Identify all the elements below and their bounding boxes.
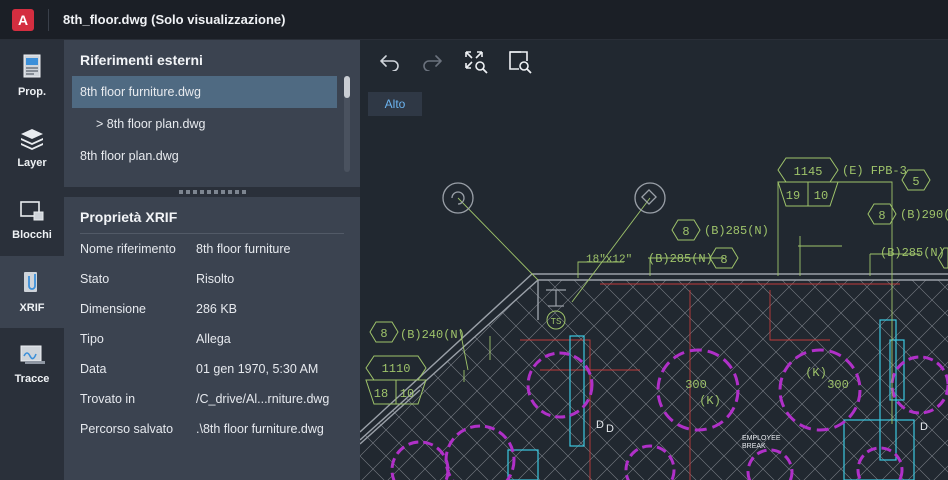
label-d: D [920, 421, 928, 433]
tag-1110: 1110 [382, 362, 411, 376]
xref-list-section: Riferimenti esterni 8th floor furniture.… [64, 40, 360, 187]
tag-b240: (B)240(N) [400, 328, 465, 342]
prop-row-found-in: Trovato in /C_drive/Al...rniture.dwg [80, 392, 350, 412]
tag-10: 10 [400, 387, 414, 401]
label-d: D [596, 419, 604, 431]
properties-section-title: Proprietà XRIF [80, 209, 178, 225]
prop-value: Risolto [196, 272, 235, 286]
prop-label: Nome riferimento [80, 242, 176, 256]
zoom-extents-icon [465, 51, 488, 74]
tag-b285: (B)285(N) [648, 252, 713, 266]
xref-item-furniture[interactable]: 8th floor furniture.dwg [72, 76, 337, 108]
label-break: BREAK [742, 443, 766, 450]
splitter-grip [178, 190, 246, 194]
properties-icon [23, 54, 41, 78]
prop-label: Dimensione [80, 302, 147, 316]
view-tab-top[interactable]: Alto [368, 92, 422, 116]
document-title: 8th_floor.dwg (Solo visualizzazione) [63, 12, 286, 27]
xref-item-nested-plan[interactable]: > 8th floor plan.dwg [72, 108, 337, 140]
prop-row-status: Stato Risolto [80, 272, 350, 292]
prop-row-type: Tipo Allega [80, 332, 350, 352]
floor-plan-drawing[interactable]: 1145 19 10 (E) FPB-3 5 8 (B)290(N) 8 (B)… [360, 40, 948, 480]
blocks-icon [20, 201, 44, 221]
rail-label: XRIF [19, 302, 45, 314]
canvas-toolbar [360, 40, 948, 84]
tag-b285: (B)285(N) [704, 224, 769, 238]
title-bar: A 8th_floor.dwg (Solo visualizzazione) [0, 0, 948, 40]
tag-hex-5: 5 [912, 175, 919, 189]
prop-row-size: Dimensione 286 KB [80, 302, 350, 322]
redo-icon [423, 55, 442, 71]
zoom-window-icon [509, 51, 532, 74]
table-label-k: (K) [699, 394, 721, 408]
rail-label: Layer [17, 157, 47, 169]
table-number-300: 300 [827, 378, 849, 392]
rail-item-traces[interactable]: Tracce [0, 328, 64, 400]
tag-b290: (B)290(N) [900, 208, 948, 222]
xref-section-title: Riferimenti esterni [80, 52, 203, 68]
redo-button[interactable] [418, 48, 446, 76]
zoom-extents-button[interactable] [462, 48, 490, 76]
xref-item-plan[interactable]: 8th floor plan.dwg [72, 140, 337, 172]
label-d: D [606, 423, 614, 435]
tag-19: 19 [786, 189, 800, 203]
prop-label: Trovato in [80, 392, 136, 406]
panel-splitter[interactable] [64, 187, 360, 197]
rail-label: Blocchi [12, 229, 52, 241]
xref-attach-icon [24, 272, 37, 292]
prop-value: Allega [196, 332, 231, 346]
prop-label: Stato [80, 272, 110, 286]
prop-label: Tipo [80, 332, 104, 346]
undo-icon [380, 55, 399, 71]
traces-icon [20, 345, 45, 364]
title-separator [48, 8, 49, 31]
tag-hex-8: 8 [682, 225, 689, 239]
prop-row-date: Data 01 gen 1970, 5:30 AM [80, 362, 350, 382]
xref-scrollbar[interactable] [344, 76, 350, 172]
prop-row-reference-name: Nome riferimento 8th floor furniture [80, 242, 350, 262]
app-logo: A [12, 8, 34, 31]
prop-value: 286 KB [196, 302, 238, 316]
xref-panel: Riferimenti esterni 8th floor furniture.… [64, 40, 360, 480]
layers-icon [21, 129, 43, 150]
tag-ts: TS [551, 317, 562, 327]
prop-label: Data [80, 362, 107, 376]
tag-fpb: (E) FPB-3 [842, 164, 907, 178]
properties-divider [80, 233, 344, 234]
tag-hex-8: 8 [380, 327, 387, 341]
callout-symbols [442, 182, 666, 214]
table-label-k: (K) [805, 366, 827, 380]
tool-rail: Prop. Layer Blocchi XRIF Tracce [0, 40, 64, 480]
tag-dimension: 18"x12" [586, 254, 632, 266]
rail-item-layers[interactable]: Layer [0, 112, 64, 184]
xref-scrollbar-thumb[interactable] [344, 76, 350, 98]
prop-label: Percorso salvato [80, 422, 174, 436]
drawing-canvas[interactable]: 1145 19 10 (E) FPB-3 5 8 (B)290(N) 8 (B)… [360, 40, 948, 480]
tag-hex-8: 8 [878, 209, 885, 223]
tag-10: 10 [814, 189, 828, 203]
tag-1145: 1145 [794, 165, 823, 179]
tag-18: 18 [374, 387, 388, 401]
prop-value: 8th floor furniture [196, 242, 291, 256]
rail-label: Prop. [17, 86, 47, 98]
tag-hex-8: 8 [720, 253, 727, 267]
prop-value: /C_drive/Al...rniture.dwg [196, 392, 330, 406]
prop-row-saved-path: Percorso salvato .\8th floor furniture.d… [80, 422, 350, 442]
zoom-window-button[interactable] [506, 48, 534, 76]
table-number-300: 300 [685, 378, 707, 392]
rail-item-properties[interactable]: Prop. [0, 40, 64, 112]
rail-item-blocks[interactable]: Blocchi [0, 184, 64, 256]
tag-b285: (B)285(N) [880, 246, 945, 260]
xref-properties-section: Proprietà XRIF Nome riferimento 8th floo… [64, 197, 360, 480]
prop-value: .\8th floor furniture.dwg [196, 422, 324, 436]
label-employee: EMPLOYEE [742, 435, 781, 442]
rail-label: Tracce [14, 373, 50, 385]
undo-button[interactable] [376, 48, 404, 76]
rail-item-xref[interactable]: XRIF [0, 256, 64, 328]
prop-value: 01 gen 1970, 5:30 AM [196, 362, 319, 376]
